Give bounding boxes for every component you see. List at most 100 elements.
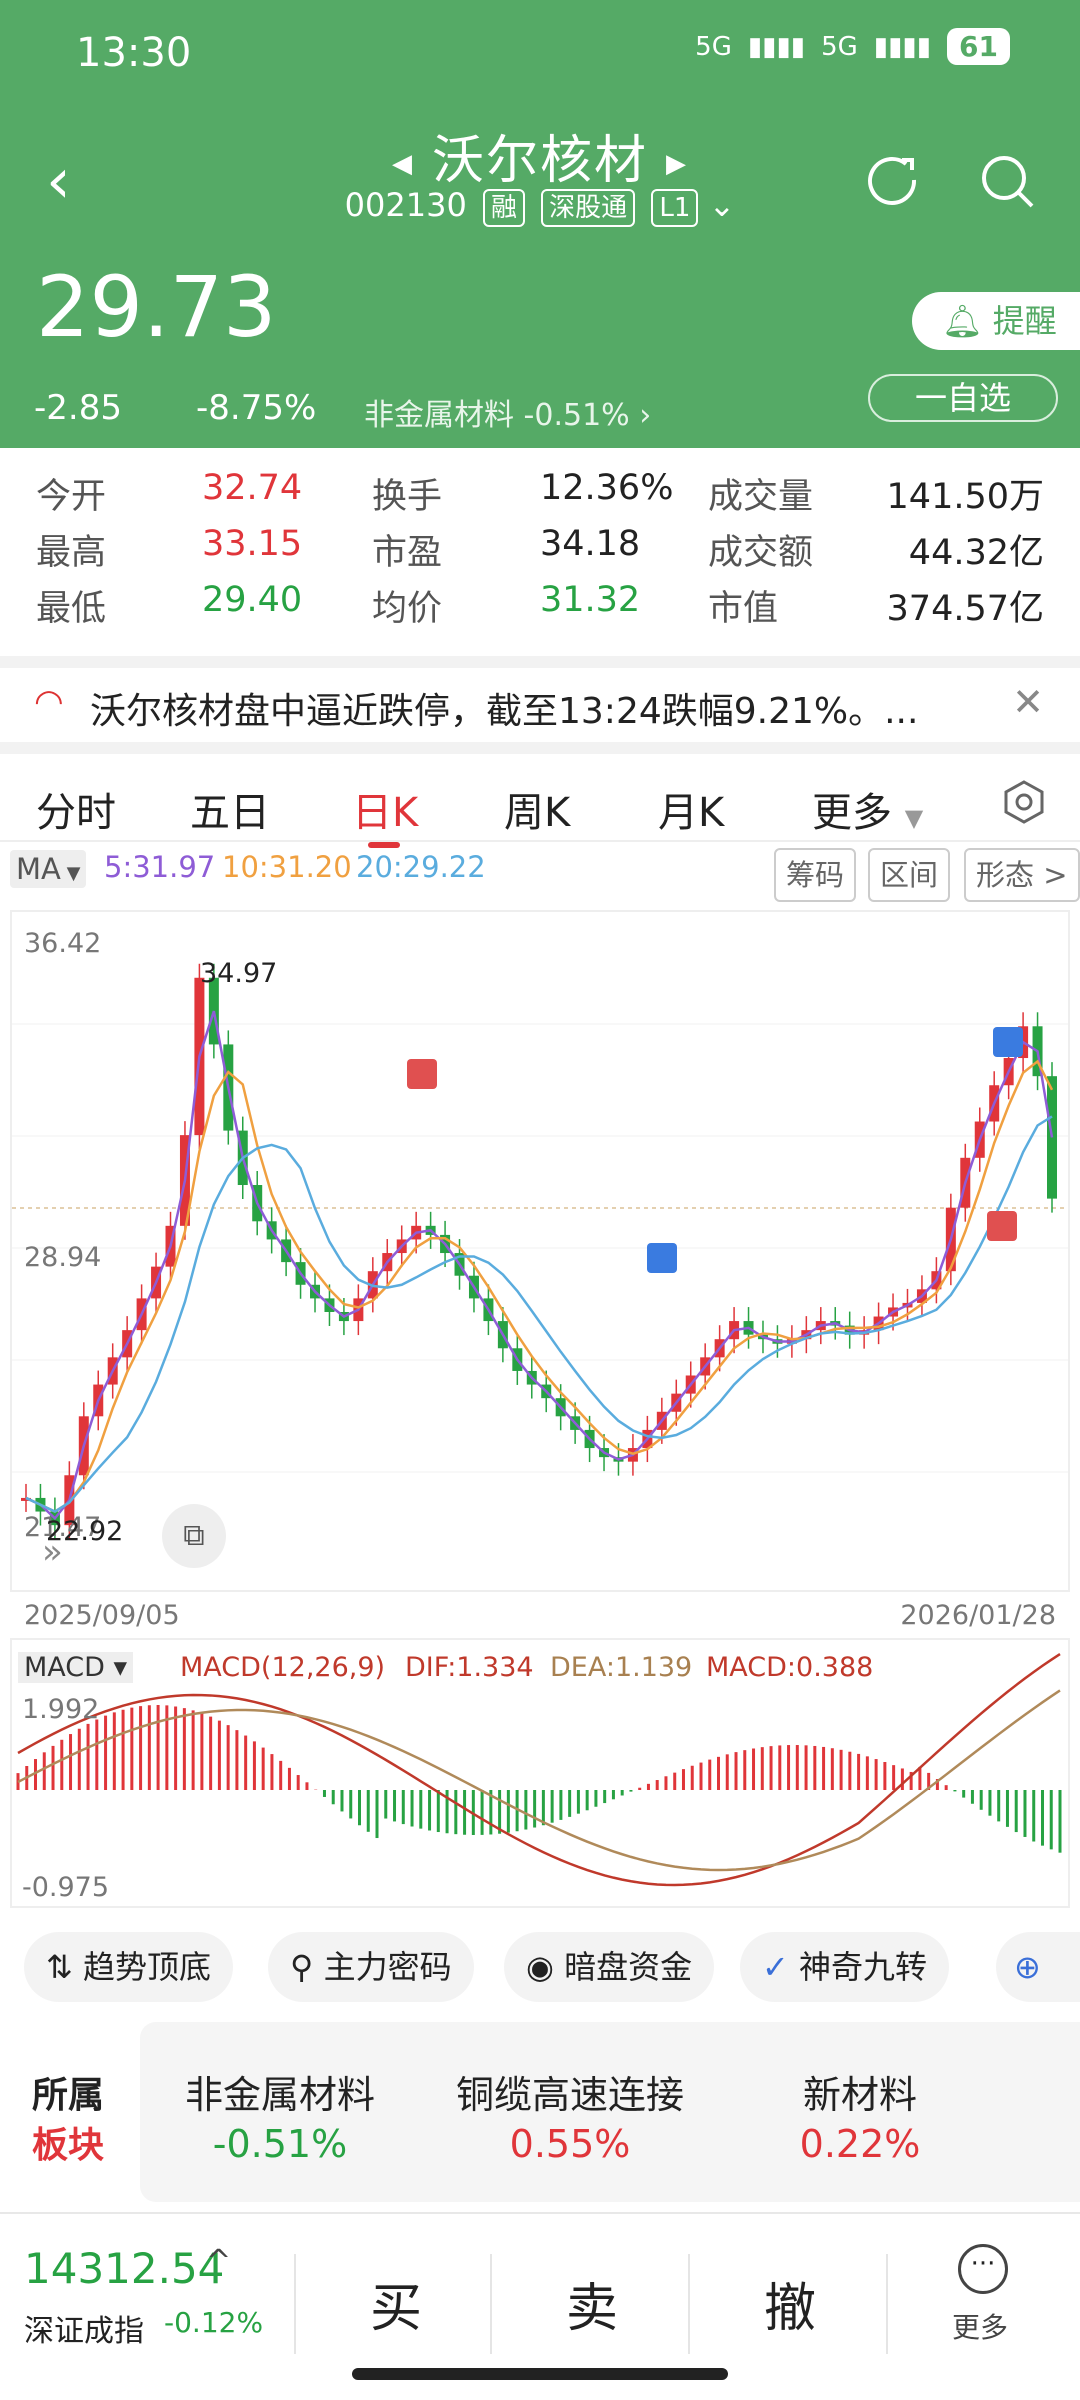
sector-list: 非金属材料 -0.51% 铜缆高速连接 0.55% 新材料 0.22% xyxy=(140,2022,1080,2202)
indicator-dark-pool-label: 暗盘资金 xyxy=(564,1948,693,1986)
stock-header: 13:30 5G ▮▮▮▮ 5G ▮▮▮▮ 61 ‹ ◀ 沃尔核材 ▶ 002130… xyxy=(0,0,1080,448)
chart-tabs: 分时 五日 日K 周K 月K 更多 ▼ xyxy=(0,742,1080,848)
search-icon[interactable] xyxy=(976,150,1040,214)
y-axis-mid-label: 28.94 xyxy=(24,1242,102,1273)
sector-name-2[interactable]: 铜缆高速连接 xyxy=(430,2064,710,2119)
divider xyxy=(688,2254,690,2354)
sector-name-3[interactable]: 新材料 xyxy=(720,2064,1000,2119)
sector-title-1: 所属 xyxy=(32,2075,105,2116)
tab-more-label: 更多 xyxy=(812,790,892,836)
high-marker-label: 34.97 xyxy=(200,958,278,989)
macd-y-top: 1.992 xyxy=(22,1694,100,1725)
high-value: 33.15 xyxy=(202,524,303,564)
sell-button[interactable]: 卖 xyxy=(566,2266,618,2341)
tab-daily-k[interactable]: 日K xyxy=(352,780,418,838)
y-axis-top-label: 36.42 xyxy=(24,928,102,959)
settings-icon[interactable] xyxy=(1002,780,1046,824)
open-label: 今开 xyxy=(36,477,107,517)
tab-intraday[interactable]: 分时 xyxy=(36,780,116,838)
indicator-dark-pool[interactable]: ◉ 暗盘资金 xyxy=(504,1932,715,2002)
ma-selector[interactable]: MA ▼ xyxy=(10,850,87,888)
remind-button[interactable]: 🔔︎ 提醒 xyxy=(912,292,1080,350)
cancel-button[interactable]: 撤 xyxy=(764,2266,816,2341)
x-axis-end-label: 2026/01/28 xyxy=(900,1600,1056,1631)
next-stock-icon[interactable]: ▶ xyxy=(666,149,688,179)
tab-five-day[interactable]: 五日 xyxy=(190,780,270,838)
key-icon: ⚲ xyxy=(290,1948,324,1986)
dark-pool-icon: ◉ xyxy=(526,1948,565,1986)
macd-chart[interactable]: 1.992 -0.975 xyxy=(10,1638,1070,1908)
index-pct: -0.12% xyxy=(164,2306,264,2339)
news-banner[interactable]: ◠ 沃尔核材盘中逼近跌停，截至13:24跌幅9.21%。... ✕ xyxy=(0,656,1080,732)
current-price: 29.73 xyxy=(36,258,277,356)
tab-more[interactable]: 更多 ▼ xyxy=(812,780,923,838)
news-text: 沃尔核材盘中逼近跌停，截至13:24跌幅9.21%。... xyxy=(90,691,919,732)
expand-left-icon[interactable]: » xyxy=(42,1532,63,1572)
ma5-value: 5:31.97 xyxy=(104,850,216,884)
buy-button[interactable]: 买 xyxy=(370,2266,422,2341)
stock-name: 沃尔核材 xyxy=(431,131,648,191)
industry-name: 非金属材料 xyxy=(364,398,514,433)
status-indicators: 5G ▮▮▮▮ 5G ▮▮▮▮ 61 xyxy=(695,28,1010,65)
sector-name-1[interactable]: 非金属材料 xyxy=(140,2064,420,2119)
x-axis-start-label: 2025/09/05 xyxy=(24,1600,180,1631)
remind-label: 提醒 xyxy=(992,302,1057,340)
active-tab-indicator xyxy=(368,842,400,848)
macd-svg xyxy=(16,1653,1062,1887)
industry-link[interactable]: 非金属材料 -0.51% › xyxy=(364,390,651,434)
divider xyxy=(490,2254,492,2354)
chip-button[interactable]: 筹码 xyxy=(774,848,857,902)
trade-marker-b xyxy=(987,1211,1017,1241)
range-button[interactable]: 区间 xyxy=(868,848,951,902)
chevron-up-icon[interactable]: ^ xyxy=(206,2244,231,2279)
sector-pct-3: 0.22% xyxy=(799,2122,921,2166)
open-value: 32.74 xyxy=(202,468,303,508)
amount-value: 44.32亿 xyxy=(908,533,1044,573)
trade-marker-b xyxy=(407,1059,437,1089)
fullscreen-icon[interactable]: ⧉ xyxy=(162,1504,226,1568)
mcap-value: 374.57亿 xyxy=(886,589,1044,629)
sector-pct-1: -0.51% xyxy=(212,2122,348,2166)
avg-value: 31.32 xyxy=(540,580,641,620)
ma20-line xyxy=(25,1115,1053,1513)
price-change: -2.85 xyxy=(34,388,122,428)
kline-chart[interactable]: 36.42 28.94 21.47 34.97 22.92 ⧉ » xyxy=(10,910,1070,1592)
sector-panel: 所属 板块 非金属材料 -0.51% 铜缆高速连接 0.55% 新材料 0.22… xyxy=(0,2022,1080,2212)
index-value[interactable]: 14312.54 xyxy=(24,2244,224,2293)
indicator-trend[interactable]: ⇅ 趋势顶底 xyxy=(24,1932,233,2002)
low-label: 最低 xyxy=(36,589,107,629)
avg-label: 均价 xyxy=(372,589,443,629)
indicator-trend-label: 趋势顶底 xyxy=(82,1948,211,1986)
low-value: 29.40 xyxy=(202,580,303,620)
check-icon: ✓ xyxy=(762,1948,799,1986)
kline-svg xyxy=(12,963,1068,1540)
indicator-nine-turn[interactable]: ✓ 神奇九转 xyxy=(740,1932,949,2002)
close-icon[interactable]: ✕ xyxy=(1012,680,1044,724)
ma10-value: 10:31.20 xyxy=(222,850,352,884)
signal-bars-icon: ▮▮▮▮ xyxy=(747,31,806,62)
indicator-more[interactable]: ⊕ xyxy=(996,1932,1080,2002)
pattern-button[interactable]: 形态 > xyxy=(964,848,1080,902)
target-icon: ⊕ xyxy=(1014,1948,1041,1986)
ma10-line xyxy=(25,1059,1054,1513)
tab-monthly-k[interactable]: 月K xyxy=(658,780,724,838)
ma-label: MA xyxy=(16,852,61,886)
refresh-icon[interactable] xyxy=(862,150,926,214)
amount-label: 成交额 xyxy=(708,533,814,573)
caret-down-icon: ▼ xyxy=(904,804,924,832)
battery-indicator: 61 xyxy=(947,28,1010,65)
bell-icon: ◠ xyxy=(34,682,64,722)
more-icon[interactable]: ··· xyxy=(958,2244,1008,2294)
ma20-value: 20:29.22 xyxy=(356,850,486,884)
mcap-label: 市值 xyxy=(708,589,779,629)
ma5-line xyxy=(25,1010,1054,1521)
pe-value: 34.18 xyxy=(540,524,641,564)
signal-5g-2: 5G xyxy=(821,31,858,62)
more-label[interactable]: 更多 xyxy=(952,2306,1008,2346)
watchlist-button[interactable]: 一自选 xyxy=(868,374,1058,422)
tab-weekly-k[interactable]: 周K xyxy=(504,780,570,838)
prev-stock-icon[interactable]: ◀ xyxy=(392,149,414,179)
sector-pct-2: 0.55% xyxy=(509,2122,631,2166)
indicator-main-force[interactable]: ⚲ 主力密码 xyxy=(268,1932,474,2002)
chevron-down-icon[interactable]: ⌄ xyxy=(709,186,736,224)
